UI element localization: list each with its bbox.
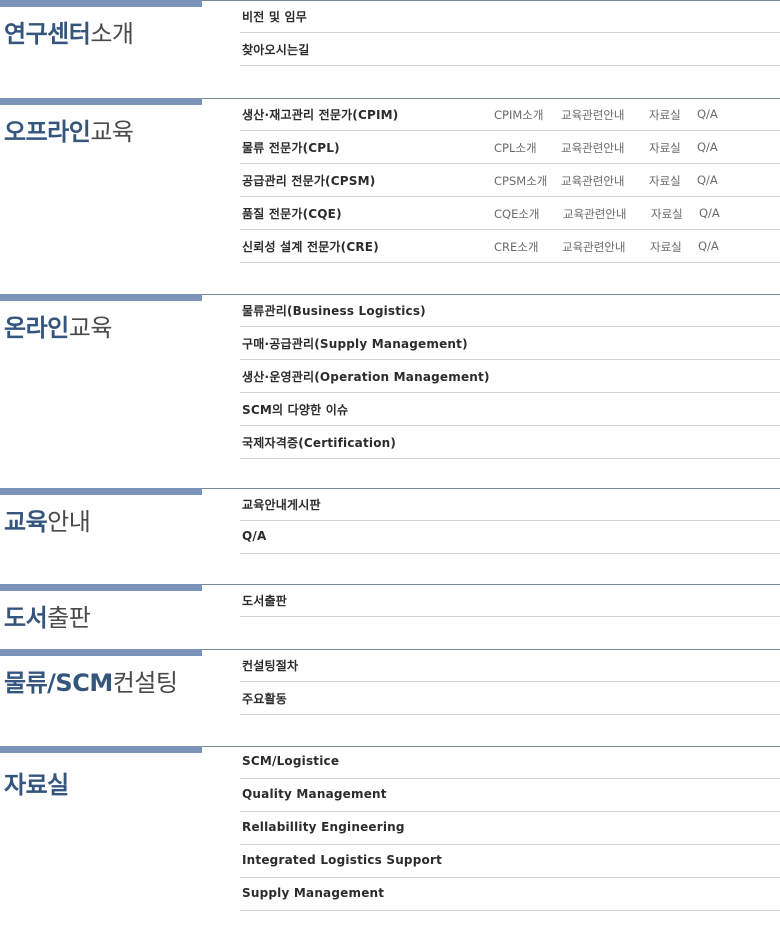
section-accent-bar — [0, 98, 202, 105]
list-item[interactable]: 신뢰성 설계 전문가(CRE) CRE소개 교육관련안내 자료실 Q/A — [240, 230, 780, 263]
section-title-normal: 소개 — [90, 20, 134, 48]
archive-link[interactable]: 자료실 — [651, 206, 683, 222]
menu-link[interactable]: 구매·공급관리(Supply Management) — [242, 335, 468, 352]
section-accent-bar — [0, 0, 202, 7]
archive-link[interactable]: 자료실 — [649, 173, 681, 189]
list-item[interactable]: 교육안내게시판 — [240, 488, 780, 521]
guide-link[interactable]: 교육관련안내 — [561, 173, 624, 189]
menu-link[interactable]: 주요활동 — [242, 690, 287, 707]
menu-link[interactable]: Rellabillity Engineering — [242, 820, 405, 834]
menu-link[interactable]: 국제자격증(Certification) — [242, 434, 396, 451]
menu-link[interactable]: 품질 전문가(CQE) — [242, 205, 342, 222]
list-item[interactable]: 생산·재고관리 전문가(CPIM) CPIM소개 교육관련안내 자료실 Q/A — [240, 98, 780, 131]
section-title-bold: 자료실 — [4, 771, 69, 799]
guide-link[interactable]: 교육관련안내 — [563, 206, 626, 222]
section-title[interactable]: 물류/SCM컨설팅 — [4, 668, 178, 698]
section-menu: 비전 및 임무 찾아오시는길 — [240, 0, 780, 66]
section-title-normal: 교육 — [90, 118, 134, 146]
section-menu: 생산·재고관리 전문가(CPIM) CPIM소개 교육관련안내 자료실 Q/A … — [240, 98, 780, 263]
section-title[interactable]: 오프라인교육 — [4, 117, 134, 147]
menu-link[interactable]: 컨설팅절차 — [242, 657, 298, 674]
qa-link[interactable]: Q/A — [697, 173, 718, 187]
list-item[interactable]: 구매·공급관리(Supply Management) — [240, 327, 780, 360]
list-item[interactable]: 도서출판 — [240, 584, 780, 617]
list-item[interactable]: Integrated Logistics Support — [240, 845, 780, 878]
section-title[interactable]: 도서출판 — [4, 603, 91, 633]
menu-link[interactable]: SCM/Logistice — [242, 754, 339, 768]
guide-link[interactable]: 교육관련안내 — [562, 239, 625, 255]
list-item[interactable]: 생산·운영관리(Operation Management) — [240, 360, 780, 393]
intro-link[interactable]: CPSM소개 — [494, 173, 547, 189]
qa-link[interactable]: Q/A — [697, 140, 718, 154]
menu-link[interactable]: 비전 및 임무 — [242, 8, 307, 25]
section-menu: 물류관리(Business Logistics) 구매·공급관리(Supply … — [240, 294, 780, 459]
section-title-bold: 온라인 — [4, 314, 69, 342]
list-item[interactable]: Supply Management — [240, 878, 780, 911]
list-item[interactable]: 품질 전문가(CQE) CQE소개 교육관련안내 자료실 Q/A — [240, 197, 780, 230]
list-item[interactable]: 공급관리 전문가(CPSM) CPSM소개 교육관련안내 자료실 Q/A — [240, 164, 780, 197]
section-title-normal: 출판 — [47, 604, 91, 632]
list-item[interactable]: SCM의 다양한 이슈 — [240, 393, 780, 426]
intro-link[interactable]: CPIM소개 — [494, 107, 543, 123]
qa-link[interactable]: Q/A — [697, 107, 718, 121]
guide-link[interactable]: 교육관련안내 — [561, 140, 624, 156]
list-item[interactable]: SCM/Logistice — [240, 746, 780, 779]
menu-link[interactable]: 생산·재고관리 전문가(CPIM) — [242, 106, 398, 123]
list-item[interactable]: 물류 전문가(CPL) CPL소개 교육관련안내 자료실 Q/A — [240, 131, 780, 164]
archive-link[interactable]: 자료실 — [650, 239, 682, 255]
section-title-bold: 물류/SCM — [4, 669, 113, 697]
section-title[interactable]: 자료실 — [4, 770, 69, 800]
section-title-normal: 컨설팅 — [112, 669, 178, 697]
menu-link[interactable]: 공급관리 전문가(CPSM) — [242, 172, 375, 189]
section-title[interactable]: 교육안내 — [4, 507, 91, 537]
menu-link[interactable]: 교육안내게시판 — [242, 496, 321, 513]
list-item[interactable]: Rellabillity Engineering — [240, 812, 780, 845]
menu-link[interactable]: 물류 전문가(CPL) — [242, 139, 340, 156]
menu-link[interactable]: 찾아오시는길 — [242, 41, 309, 58]
section-accent-bar — [0, 584, 202, 591]
menu-link[interactable]: 도서출판 — [242, 592, 287, 609]
section-title-bold: 도서 — [4, 604, 48, 632]
list-item[interactable]: 찾아오시는길 — [240, 33, 780, 66]
qa-link[interactable]: Q/A — [698, 239, 719, 253]
section-accent-bar — [0, 294, 202, 301]
section-title-bold: 교육 — [4, 508, 48, 536]
section-title-bold: 오프라인 — [4, 118, 91, 146]
list-item[interactable]: Q/A — [240, 521, 780, 554]
menu-link[interactable]: Quality Management — [242, 787, 387, 801]
menu-link[interactable]: Integrated Logistics Support — [242, 853, 442, 867]
section-menu: 도서출판 — [240, 584, 780, 617]
menu-link[interactable]: 물류관리(Business Logistics) — [242, 302, 426, 319]
section-title[interactable]: 온라인교육 — [4, 313, 112, 343]
section-menu: SCM/Logistice Quality Management Rellabi… — [240, 746, 780, 911]
section-title-normal: 안내 — [47, 508, 91, 536]
menu-link[interactable]: 신뢰성 설계 전문가(CRE) — [242, 238, 379, 255]
section-menu: 컨설팅절차 주요활동 — [240, 649, 780, 715]
section-title-normal: 교육 — [68, 314, 113, 342]
intro-link[interactable]: CPL소개 — [494, 140, 537, 156]
list-item[interactable]: Quality Management — [240, 779, 780, 812]
list-item[interactable]: 비전 및 임무 — [240, 0, 780, 33]
menu-link[interactable]: Supply Management — [242, 886, 384, 900]
section-accent-bar — [0, 649, 202, 656]
archive-link[interactable]: 자료실 — [649, 140, 681, 156]
list-item[interactable]: 국제자격증(Certification) — [240, 426, 780, 459]
archive-link[interactable]: 자료실 — [649, 107, 681, 123]
section-title-bold: 연구센터 — [4, 20, 91, 48]
section-menu: 교육안내게시판 Q/A — [240, 488, 780, 554]
section-accent-bar — [0, 746, 202, 753]
section-accent-bar — [0, 488, 202, 495]
menu-link[interactable]: Q/A — [242, 529, 266, 543]
list-item[interactable]: 주요활동 — [240, 682, 780, 715]
menu-link[interactable]: 생산·운영관리(Operation Management) — [242, 368, 490, 385]
list-item[interactable]: 물류관리(Business Logistics) — [240, 294, 780, 327]
menu-link[interactable]: SCM의 다양한 이슈 — [242, 401, 348, 418]
intro-link[interactable]: CQE소개 — [494, 206, 540, 222]
list-item[interactable]: 컨설팅절차 — [240, 649, 780, 682]
qa-link[interactable]: Q/A — [699, 206, 720, 220]
intro-link[interactable]: CRE소개 — [494, 239, 538, 255]
guide-link[interactable]: 교육관련안내 — [561, 107, 624, 123]
section-title[interactable]: 연구센터소개 — [4, 19, 134, 49]
